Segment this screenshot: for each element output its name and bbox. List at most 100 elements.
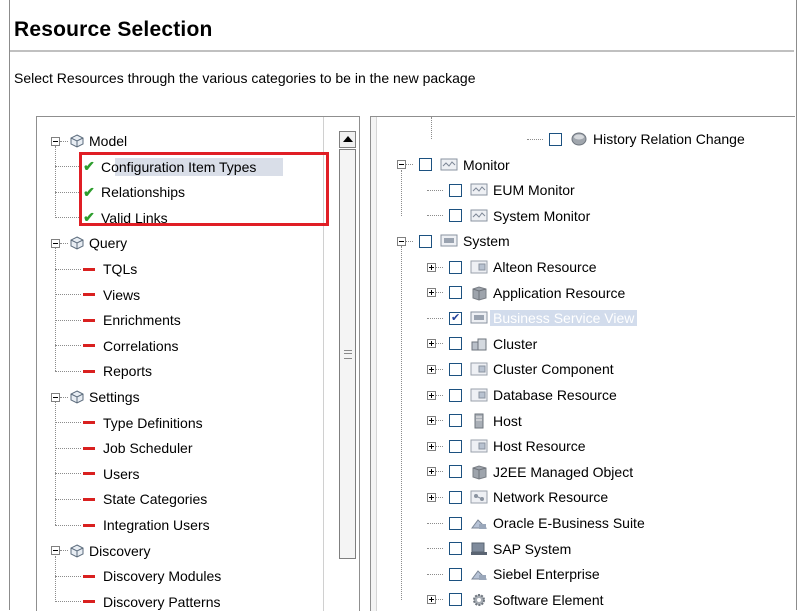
- resource-checkbox[interactable]: [449, 260, 462, 274]
- expand-toggle-icon[interactable]: [427, 441, 436, 451]
- category-item[interactable]: Reports: [55, 361, 152, 381]
- resource-icon: [470, 387, 488, 403]
- resource-checkbox[interactable]: [449, 388, 462, 402]
- resource-row[interactable]: Alteon Resource: [427, 257, 597, 277]
- resource-checkbox[interactable]: [449, 362, 462, 376]
- tree-connector: [60, 550, 68, 552]
- expand-toggle-icon[interactable]: [427, 595, 436, 605]
- resource-row[interactable]: Network Resource: [427, 487, 608, 507]
- expand-toggle-icon[interactable]: [427, 339, 436, 349]
- resource-checkbox[interactable]: [449, 490, 462, 504]
- expand-toggle-icon[interactable]: [427, 288, 436, 298]
- resource-checkbox[interactable]: [449, 311, 462, 325]
- collapse-toggle-icon[interactable]: [51, 136, 60, 146]
- dash-icon: [83, 421, 95, 425]
- category-item[interactable]: Correlations: [55, 336, 178, 356]
- pane-splitter[interactable]: [371, 117, 377, 611]
- resource-label: Network Resource: [493, 489, 609, 506]
- resource-row[interactable]: Database Resource: [427, 385, 617, 405]
- resource-checkbox[interactable]: [549, 132, 562, 146]
- resource-row[interactable]: Business Service View: [427, 308, 638, 328]
- category-item[interactable]: Type Definitions: [55, 413, 203, 433]
- resource-row[interactable]: Monitor: [397, 155, 510, 175]
- resource-row[interactable]: Host: [427, 411, 522, 431]
- resource-label: System: [463, 233, 510, 250]
- category-item[interactable]: TQLs: [55, 259, 137, 279]
- category-model[interactable]: Model: [51, 131, 127, 151]
- resource-label: EUM Monitor: [493, 182, 575, 199]
- expand-toggle-icon[interactable]: [427, 390, 436, 400]
- collapse-toggle-icon[interactable]: [397, 236, 406, 246]
- resource-row[interactable]: Software Element: [427, 590, 604, 610]
- resource-row[interactable]: System: [397, 231, 510, 251]
- expand-toggle-icon[interactable]: [427, 492, 436, 502]
- category-item[interactable]: Discovery Patterns: [55, 592, 220, 611]
- resource-row[interactable]: Oracle E-Business Suite: [427, 513, 645, 533]
- page-description: Select Resources through the various cat…: [14, 70, 476, 86]
- resource-checkbox[interactable]: [419, 234, 432, 248]
- resource-label: Application Resource: [493, 284, 626, 301]
- cluster-icon: [470, 336, 488, 352]
- resource-row[interactable]: SAP System: [427, 539, 571, 559]
- resource-label: Host Resource: [493, 438, 586, 455]
- cube-icon: [70, 544, 84, 558]
- dash-icon: [83, 446, 95, 450]
- resource-label: Alteon Resource: [493, 259, 597, 275]
- resource-row[interactable]: History Relation Change: [527, 129, 745, 149]
- sap-icon: [470, 541, 488, 557]
- dash-icon: [83, 318, 95, 322]
- resource-row[interactable]: Cluster: [427, 334, 537, 354]
- tree-connector: [427, 522, 443, 524]
- category-discovery[interactable]: Discovery: [51, 541, 150, 561]
- category-item[interactable]: State Categories: [55, 489, 207, 509]
- collapse-toggle-icon[interactable]: [51, 546, 60, 556]
- expand-toggle-icon[interactable]: [427, 467, 436, 477]
- resource-row[interactable]: Cluster Component: [427, 359, 614, 379]
- category-item[interactable]: Views: [55, 285, 140, 305]
- tree-guide-line: [401, 246, 402, 600]
- resource-checkbox[interactable]: [449, 465, 462, 479]
- expand-toggle-icon[interactable]: [427, 364, 436, 374]
- resource-row[interactable]: EUM Monitor: [427, 180, 575, 200]
- resource-row[interactable]: Siebel Enterprise: [427, 564, 600, 584]
- expand-toggle-icon[interactable]: [427, 262, 436, 272]
- collapse-toggle-icon[interactable]: [51, 392, 60, 402]
- resource-checkbox[interactable]: [449, 286, 462, 300]
- category-settings[interactable]: Settings: [51, 387, 140, 407]
- tree-connector: [55, 217, 81, 219]
- resource-checkbox[interactable]: [449, 337, 462, 351]
- category-item[interactable]: Job Scheduler: [55, 438, 193, 458]
- resource-checkbox[interactable]: [449, 414, 462, 428]
- resource-checkbox[interactable]: [449, 542, 462, 556]
- resource-label: Database Resource: [493, 387, 617, 403]
- resource-row[interactable]: J2EE Managed Object: [427, 462, 633, 482]
- resource-row[interactable]: Host Resource: [427, 436, 586, 456]
- resource-checkbox[interactable]: [449, 183, 462, 197]
- collapse-toggle-icon[interactable]: [51, 238, 60, 248]
- category-item[interactable]: Discovery Modules: [55, 566, 221, 586]
- resource-checkbox[interactable]: [419, 158, 432, 172]
- resource-checkbox[interactable]: [449, 209, 462, 223]
- scroll-up-button[interactable]: [339, 131, 356, 148]
- tree-connector: [55, 166, 81, 168]
- category-item[interactable]: Enrichments: [55, 310, 181, 330]
- resource-checkbox[interactable]: [449, 439, 462, 453]
- item-label: Views: [103, 286, 141, 303]
- resource-row[interactable]: Application Resource: [427, 283, 625, 303]
- scroll-thumb[interactable]: [339, 149, 356, 559]
- resource-checkbox[interactable]: [449, 593, 462, 607]
- tree-connector: [436, 445, 443, 447]
- category-item[interactable]: Integration Users: [55, 515, 210, 535]
- resource-checkbox[interactable]: [449, 567, 462, 581]
- item-label: Type Definitions: [103, 414, 203, 431]
- resource-label: Software Element: [493, 591, 604, 608]
- category-query[interactable]: Query: [51, 233, 127, 253]
- item-label: Integration Users: [103, 517, 210, 533]
- expand-toggle-icon[interactable]: [427, 416, 436, 426]
- tree-guide-line: [401, 169, 402, 216]
- resource-row[interactable]: System Monitor: [427, 206, 590, 226]
- collapse-toggle-icon[interactable]: [397, 160, 406, 170]
- resource-checkbox[interactable]: [449, 516, 462, 530]
- app-icon: [470, 515, 488, 531]
- category-item[interactable]: Users: [55, 464, 140, 484]
